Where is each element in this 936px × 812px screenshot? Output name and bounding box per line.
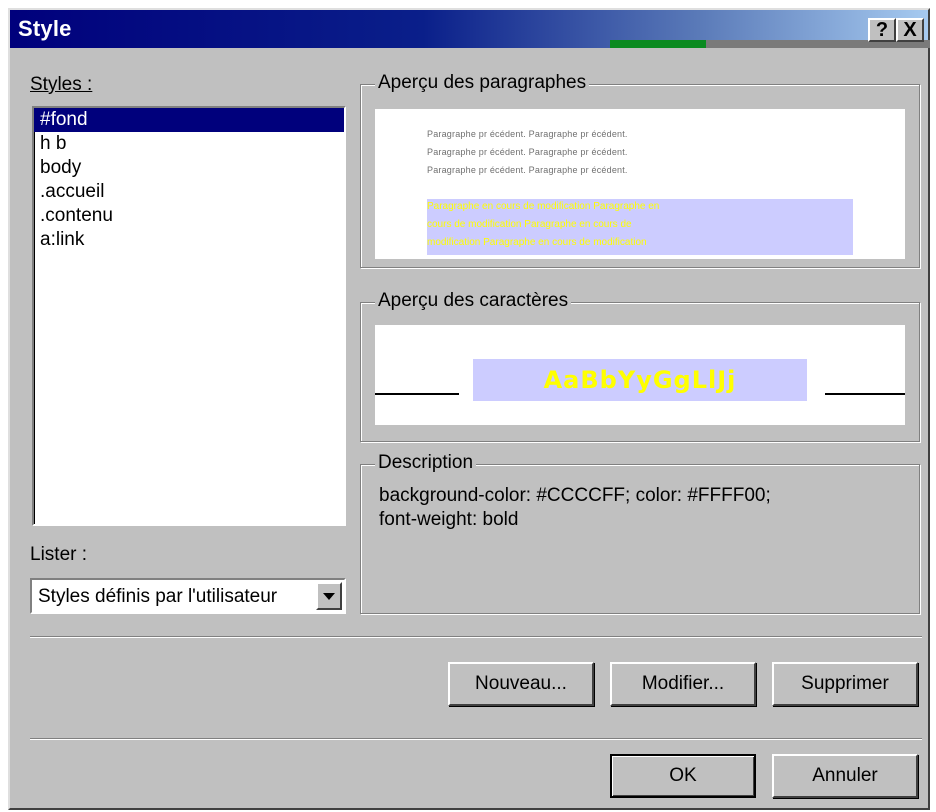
previous-paragraph-line: Paragraphe pr écédent. Paragraphe pr écé… xyxy=(427,147,628,157)
character-preview-box: AaBbYyGgLlJj xyxy=(375,325,905,425)
modified-paragraph-line: modification Paragraphe en cours de modi… xyxy=(427,237,647,248)
ok-label: OK xyxy=(669,765,697,786)
separator xyxy=(30,738,922,740)
description-group: Description background-color: #CCCCFF; c… xyxy=(360,452,920,614)
character-preview-group: Aperçu des caractères AaBbYyGgLlJj xyxy=(360,290,920,442)
styles-label-text: Styles : xyxy=(30,74,93,95)
list-item[interactable]: h b xyxy=(34,132,344,156)
styles-label: Styles : xyxy=(30,74,92,96)
list-item[interactable]: .contenu xyxy=(34,204,344,228)
description-line: background-color: #CCCCFF; color: #FFFF0… xyxy=(379,485,771,506)
character-sample: AaBbYyGgLlJj xyxy=(473,359,807,401)
paragraph-preview-box: Paragraphe pr écédent. Paragraphe pr écé… xyxy=(375,109,905,259)
cancel-button[interactable]: Annuler xyxy=(772,754,918,798)
style-dialog: Style ? X Styles : #fond h b body .accue… xyxy=(8,8,930,810)
window-title: Style xyxy=(18,16,72,41)
list-item[interactable]: a:link xyxy=(34,228,344,252)
new-button[interactable]: Nouveau... xyxy=(448,662,594,706)
list-filter-value: Styles définis par l'utilisateur xyxy=(38,586,278,607)
modified-paragraph-line: Paragraphe en cours de modification Para… xyxy=(427,201,660,212)
modified-paragraph-line: cours de modification Paragraphe en cour… xyxy=(427,219,632,230)
description-line: font-weight: bold xyxy=(379,509,519,530)
styles-listbox[interactable]: #fond h b body .accueil .contenu a:link xyxy=(32,106,346,526)
description-title: Description xyxy=(375,452,477,474)
previous-paragraph-line: Paragraphe pr écédent. Paragraphe pr écé… xyxy=(427,165,628,175)
list-filter-select[interactable]: Styles définis par l'utilisateur xyxy=(30,578,346,614)
list-item[interactable]: .accueil xyxy=(34,180,344,204)
paragraph-preview-title: Aperçu des paragraphes xyxy=(375,72,590,94)
list-filter-label: Lister : xyxy=(30,544,88,565)
character-preview-title: Aperçu des caractères xyxy=(375,290,572,312)
close-button[interactable]: X xyxy=(896,18,924,42)
list-item[interactable]: #fond xyxy=(34,108,344,132)
list-item[interactable]: body xyxy=(34,156,344,180)
ok-button[interactable]: OK xyxy=(610,754,756,798)
chevron-down-icon[interactable] xyxy=(316,582,342,610)
baseline-right xyxy=(825,393,905,395)
previous-paragraph-line: Paragraphe pr écédent. Paragraphe pr écé… xyxy=(427,129,628,139)
modify-button[interactable]: Modifier... xyxy=(610,662,756,706)
paragraph-preview-group: Aperçu des paragraphes Paragraphe pr écé… xyxy=(360,72,920,268)
title-bar[interactable]: Style ? X xyxy=(10,10,930,48)
delete-button[interactable]: Supprimer xyxy=(772,662,918,706)
separator xyxy=(30,636,922,638)
help-button[interactable]: ? xyxy=(868,18,896,42)
baseline-left xyxy=(375,393,459,395)
